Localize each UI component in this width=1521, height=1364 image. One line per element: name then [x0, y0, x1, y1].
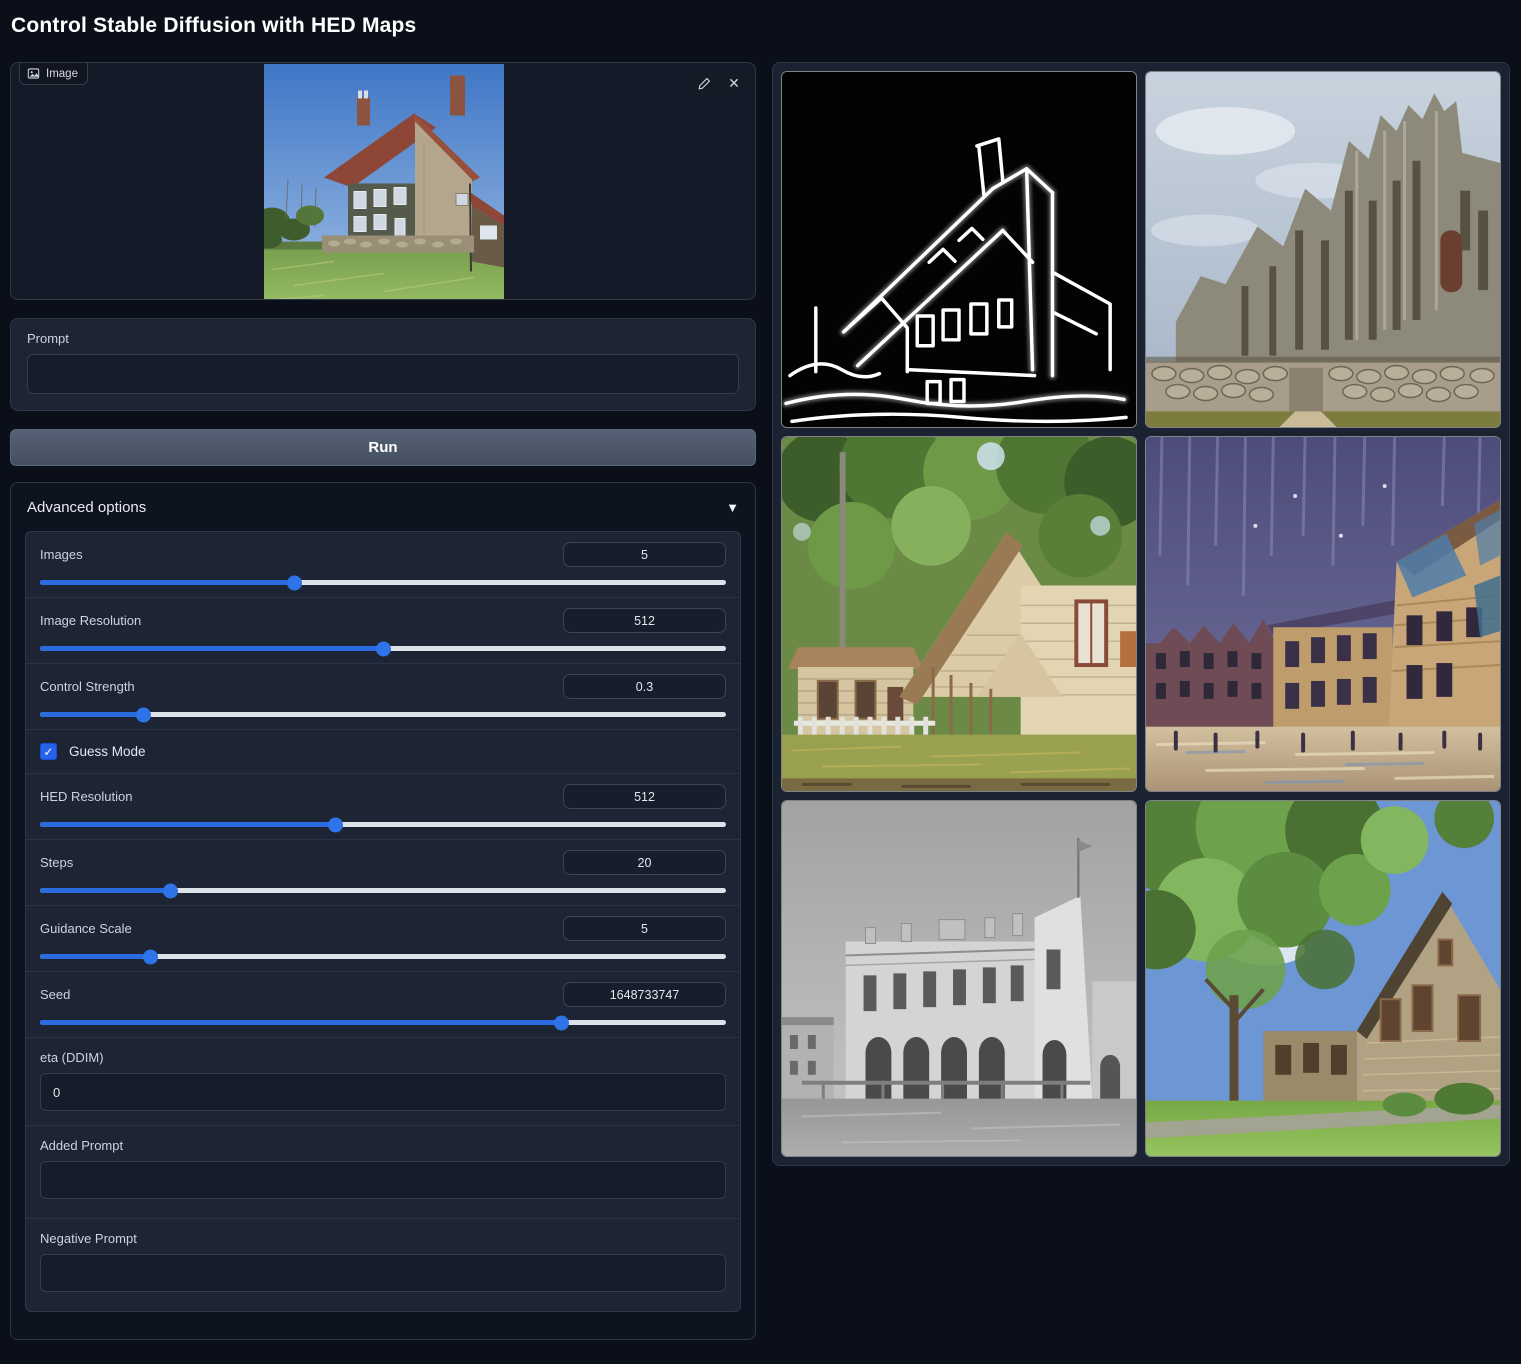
hed-resolution-number-input[interactable]: [563, 784, 726, 809]
steps-slider-fill: [40, 888, 170, 893]
output-gallery: [772, 62, 1510, 1166]
control-strength-slider-fill: [40, 712, 143, 717]
wooden-cottage-graphic: [782, 437, 1136, 792]
gallery-item-wooden-cottage[interactable]: [781, 436, 1137, 793]
guess-mode-row: ✓ Guess Mode: [26, 729, 740, 773]
prompt-label: Prompt: [27, 331, 739, 346]
steps-slider-row: Steps: [26, 839, 740, 905]
hed-resolution-slider-fill: [40, 822, 335, 827]
control-strength-label: Control Strength: [40, 679, 135, 694]
gallery-item-hed-edge-map[interactable]: [781, 71, 1137, 428]
images-slider[interactable]: [40, 580, 726, 585]
hed-resolution-slider-row: HED Resolution: [26, 773, 740, 839]
image-resolution-slider[interactable]: [40, 646, 726, 651]
images-slider-handle[interactable]: [287, 575, 302, 590]
image-component-label-text: Image: [46, 68, 78, 80]
hed-resolution-slider[interactable]: [40, 822, 726, 827]
added-prompt-input[interactable]: [40, 1161, 726, 1199]
control-strength-slider[interactable]: [40, 712, 726, 717]
guess-mode-checkbox[interactable]: ✓: [40, 743, 57, 760]
image-resolution-slider-fill: [40, 646, 383, 651]
guess-mode-label: Guess Mode: [69, 744, 146, 759]
advanced-options-title: Advanced options: [27, 499, 146, 516]
clear-image-button[interactable]: ✕: [721, 71, 747, 95]
image-component-label: Image: [19, 63, 88, 85]
guidance-scale-slider-handle[interactable]: [143, 949, 158, 964]
uploaded-house-photo[interactable]: [264, 64, 504, 299]
image-resolution-number-input[interactable]: [563, 608, 726, 633]
image-resolution-label: Image Resolution: [40, 613, 141, 628]
seed-number-input[interactable]: [563, 982, 726, 1007]
input-image-component[interactable]: Image ✕: [10, 62, 756, 300]
advanced-options-form: Images Image Resolution: [25, 531, 741, 1312]
image-resolution-slider-handle[interactable]: [376, 641, 391, 656]
added-prompt-row: Added Prompt: [26, 1125, 740, 1218]
cathedral-graphic: [1146, 72, 1500, 427]
prompt-block: Prompt: [10, 318, 756, 411]
steps-label: Steps: [40, 855, 73, 870]
gallery-item-stone-house[interactable]: [1145, 800, 1501, 1157]
gallery-item-cathedral[interactable]: [1145, 71, 1501, 428]
control-strength-slider-handle[interactable]: [136, 707, 151, 722]
seed-slider-fill: [40, 1020, 561, 1025]
control-strength-slider-row: Control Strength: [26, 663, 740, 729]
guidance-scale-slider-row: Guidance Scale: [26, 905, 740, 971]
negative-prompt-input[interactable]: [40, 1254, 726, 1292]
chevron-down-icon: ▼: [726, 500, 739, 515]
image-resolution-slider-row: Image Resolution: [26, 597, 740, 663]
hed-edge-map-graphic: [782, 72, 1136, 427]
guidance-scale-slider[interactable]: [40, 954, 726, 959]
steps-slider[interactable]: [40, 888, 726, 893]
gallery-item-painterly-building[interactable]: [1145, 436, 1501, 793]
added-prompt-label: Added Prompt: [40, 1138, 726, 1153]
close-icon: ✕: [728, 75, 740, 92]
steps-number-input[interactable]: [563, 850, 726, 875]
control-strength-number-input[interactable]: [563, 674, 726, 699]
eta-input[interactable]: [40, 1073, 726, 1111]
pencil-icon: [697, 76, 712, 91]
images-slider-row: Images: [26, 532, 740, 597]
seed-slider-handle[interactable]: [554, 1015, 569, 1030]
guidance-scale-number-input[interactable]: [563, 916, 726, 941]
seed-label: Seed: [40, 987, 70, 1002]
advanced-options-accordion: Advanced options ▼ Images Image Resoluti…: [10, 482, 756, 1340]
eta-label: eta (DDIM): [40, 1050, 726, 1065]
guidance-scale-label: Guidance Scale: [40, 921, 132, 936]
edit-image-button[interactable]: [691, 71, 717, 95]
images-label: Images: [40, 547, 83, 562]
painterly-building-graphic: [1146, 437, 1500, 792]
negative-prompt-row: Negative Prompt: [26, 1218, 740, 1311]
hed-resolution-slider-handle[interactable]: [328, 817, 343, 832]
steps-slider-handle[interactable]: [163, 883, 178, 898]
prompt-input[interactable]: [27, 354, 739, 394]
advanced-options-header[interactable]: Advanced options ▼: [11, 483, 755, 531]
page-title: Control Stable Diffusion with HED Maps: [11, 14, 416, 38]
grayscale-building-graphic: [782, 801, 1136, 1156]
eta-row: eta (DDIM): [26, 1037, 740, 1125]
images-number-input[interactable]: [563, 542, 726, 567]
stone-house-graphic: [1146, 801, 1500, 1156]
images-slider-fill: [40, 580, 294, 585]
gallery-item-grayscale-building[interactable]: [781, 800, 1137, 1157]
guidance-scale-slider-fill: [40, 954, 150, 959]
hed-resolution-label: HED Resolution: [40, 789, 133, 804]
house-photo-graphic: [264, 64, 504, 299]
negative-prompt-label: Negative Prompt: [40, 1231, 726, 1246]
checkmark-icon: ✓: [43, 745, 53, 759]
seed-slider-row: Seed: [26, 971, 740, 1037]
run-button[interactable]: Run: [10, 429, 756, 466]
image-icon: [27, 67, 40, 80]
seed-slider[interactable]: [40, 1020, 726, 1025]
